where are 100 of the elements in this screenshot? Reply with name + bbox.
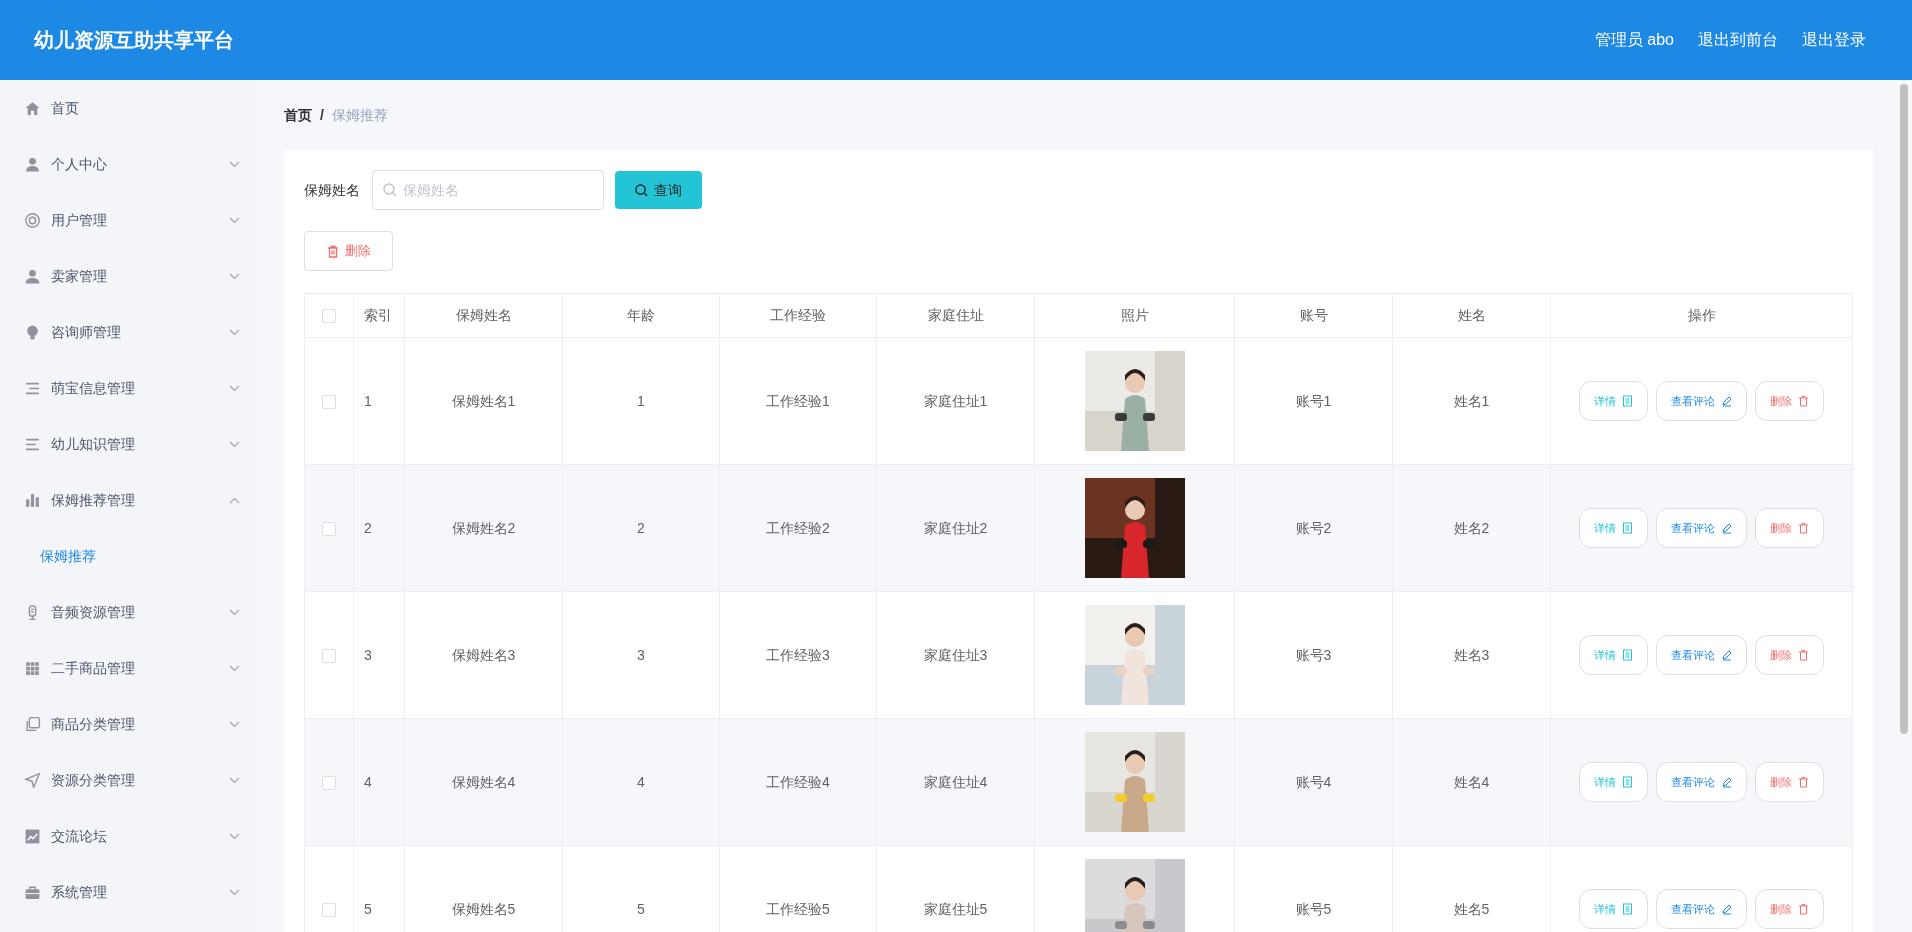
sidebar-item[interactable]: 保姆推荐管理 <box>0 472 256 528</box>
checkbox[interactable] <box>322 521 336 536</box>
lifebuoy-icon <box>24 211 41 229</box>
pencil-icon <box>1721 776 1732 788</box>
detail-button[interactable]: 详情 <box>1579 762 1648 802</box>
view-comments-button[interactable]: 查看评论 <box>1656 762 1747 802</box>
table-cell: 姓名1 <box>1453 392 1490 409</box>
sidebar-item[interactable]: 系统管理 <box>0 864 256 920</box>
delete-button[interactable]: 删除 <box>1755 381 1824 421</box>
breadcrumb-separator: / <box>320 105 324 125</box>
checkbox[interactable] <box>322 902 336 917</box>
table-cell: 姓名3 <box>1453 646 1490 663</box>
search-icon <box>635 183 648 197</box>
admin-user-link[interactable]: 管理员 abo <box>1594 28 1674 52</box>
header-link[interactable]: 退出到前台 <box>1698 28 1778 52</box>
table-cell: 1 <box>364 392 372 409</box>
delete-button[interactable]: 删除 <box>1755 762 1824 802</box>
column-header: 工作经验 <box>770 307 826 323</box>
sidebar-item[interactable]: 首页 <box>0 80 256 136</box>
column-header: 年龄 <box>627 307 655 323</box>
sidebar-item[interactable]: 音频资源管理 <box>0 584 256 640</box>
detail-button[interactable]: 详情 <box>1579 635 1648 675</box>
view-comments-button[interactable]: 查看评论 <box>1656 508 1747 548</box>
search-icon <box>383 183 397 197</box>
search-field[interactable]: 保姆姓名 <box>372 170 604 210</box>
column-header: 保姆姓名 <box>455 307 512 323</box>
table-cell: 1 <box>637 392 645 409</box>
pencil-icon <box>1721 649 1732 661</box>
search-label: 保姆姓名 <box>304 180 360 200</box>
column-header: 账号 <box>1299 307 1328 323</box>
search-button[interactable]: 查询 <box>615 171 702 209</box>
document-icon <box>1622 522 1633 534</box>
sidebar-item[interactable]: 商品分类管理 <box>0 696 256 752</box>
sidebar-item[interactable]: 交流论坛 <box>0 808 256 864</box>
view-comments-button[interactable]: 查看评论 <box>1656 889 1747 929</box>
copy-icon <box>24 715 41 733</box>
submenu-item[interactable]: 保姆推荐 <box>0 528 256 584</box>
checkbox[interactable] <box>322 775 336 790</box>
sidebar-item[interactable]: 二手商品管理 <box>0 640 256 696</box>
table-cell: 姓名5 <box>1453 900 1490 917</box>
briefcase-icon <box>24 883 41 901</box>
detail-button[interactable]: 详情 <box>1579 381 1648 421</box>
table-cell: 工作经验4 <box>766 773 830 790</box>
table-cell: 工作经验3 <box>766 646 830 663</box>
document-icon <box>1622 903 1633 915</box>
trash-icon <box>1798 522 1809 534</box>
home-icon <box>24 99 41 117</box>
table-cell: 姓名2 <box>1453 519 1490 536</box>
table-cell: 家庭住址3 <box>923 646 988 663</box>
delete-button[interactable]: 删除 <box>1755 889 1824 929</box>
table-cell: 姓名4 <box>1453 773 1490 790</box>
user-icon <box>24 267 41 285</box>
sidebar-item[interactable]: 个人中心 <box>0 136 256 192</box>
grid-icon <box>24 659 41 677</box>
sidebar-item[interactable]: 萌宝信息管理 <box>0 360 256 416</box>
pencil-icon <box>1721 903 1732 915</box>
delete-button[interactable]: 删除 <box>1755 508 1824 548</box>
scrollbar[interactable] <box>1900 84 1908 734</box>
checkbox[interactable] <box>322 309 336 324</box>
document-icon <box>1622 649 1633 661</box>
table-cell: 保姆姓名4 <box>451 773 516 790</box>
sidebar-item[interactable]: 幼儿知识管理 <box>0 416 256 472</box>
document-icon <box>1622 395 1633 407</box>
pencil-icon <box>1721 522 1732 534</box>
bulb-icon <box>24 323 41 341</box>
column-header: 索引 <box>364 307 392 323</box>
app-title: 幼儿资源互助共享平台 <box>34 28 234 53</box>
trash-icon <box>1798 649 1809 661</box>
trash-icon <box>1798 903 1809 915</box>
table-cell: 5 <box>364 900 372 917</box>
checkbox[interactable] <box>322 394 336 409</box>
sidebar-item[interactable]: 卖家管理 <box>0 248 256 304</box>
sidebar-item[interactable]: 资源分类管理 <box>0 752 256 808</box>
view-comments-button[interactable]: 查看评论 <box>1656 381 1747 421</box>
trash-icon <box>1798 776 1809 788</box>
sidebar-item[interactable]: 咨询师管理 <box>0 304 256 360</box>
breadcrumb-link[interactable]: 首页 <box>284 104 312 126</box>
table-cell: 家庭住址5 <box>923 900 988 917</box>
table-cell: 3 <box>364 646 372 663</box>
breadcrumb-current: 保姆推荐 <box>331 105 388 125</box>
table-cell: 保姆姓名2 <box>451 519 516 536</box>
table-cell: 4 <box>364 773 372 790</box>
header-link[interactable]: 退出登录 <box>1802 28 1866 52</box>
sidebar-item[interactable]: 用户管理 <box>0 192 256 248</box>
document-icon <box>1622 776 1633 788</box>
column-header: 操作 <box>1687 307 1716 323</box>
table-cell: 家庭住址2 <box>923 519 988 536</box>
detail-button[interactable]: 详情 <box>1579 889 1648 929</box>
delete-button[interactable]: 删除 <box>304 231 393 271</box>
table-cell: 保姆姓名1 <box>451 392 516 409</box>
bar-chart-icon <box>24 491 41 509</box>
table-cell: 保姆姓名5 <box>451 900 516 917</box>
checkbox[interactable] <box>322 648 336 663</box>
table-cell: 账号5 <box>1295 900 1332 917</box>
table-cell: 账号3 <box>1295 646 1332 663</box>
detail-button[interactable]: 详情 <box>1579 508 1648 548</box>
view-comments-button[interactable]: 查看评论 <box>1656 635 1747 675</box>
table-cell: 家庭住址4 <box>923 773 988 790</box>
delete-button[interactable]: 删除 <box>1755 635 1824 675</box>
pencil-icon <box>1721 395 1732 407</box>
